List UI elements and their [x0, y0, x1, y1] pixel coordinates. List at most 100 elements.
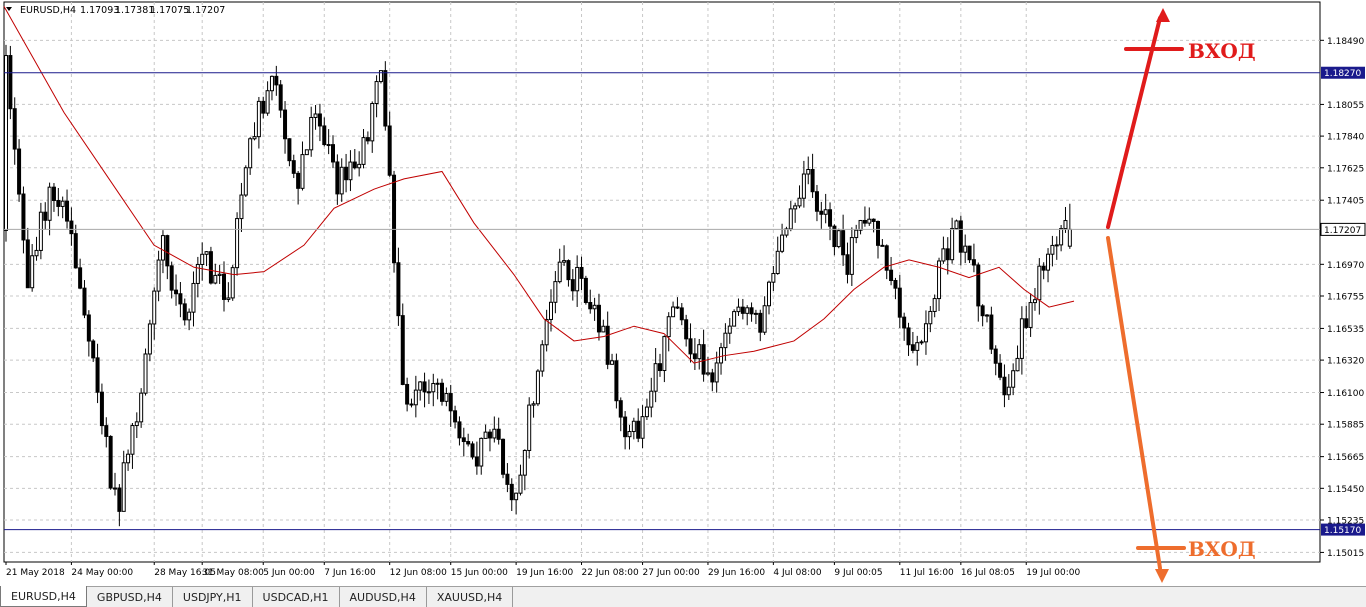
candle-bear: [980, 305, 985, 317]
entry-down-label: ВХОД: [1188, 537, 1256, 561]
candle-bull: [243, 167, 248, 196]
current-price-label: 1.17207: [1324, 226, 1361, 236]
candle-bear: [993, 348, 998, 364]
candle-bear: [261, 100, 266, 114]
candle-bear: [352, 161, 357, 169]
candle-bull: [727, 325, 732, 334]
candle-bear: [82, 287, 87, 316]
candle-bull: [1011, 370, 1016, 388]
candle-bull: [653, 363, 658, 392]
tab-eurusd-h4[interactable]: EURUSD,H4: [0, 586, 87, 607]
candle-bull: [361, 137, 366, 165]
candle-bull: [941, 248, 946, 262]
candle-bear: [440, 382, 444, 402]
candle-bull: [753, 312, 758, 315]
candle-bear: [945, 248, 950, 261]
x-tick-label: 15 Jun 00:00: [451, 568, 508, 578]
candle-bull: [719, 347, 724, 364]
candle-bear: [222, 273, 226, 300]
candle-bear: [740, 306, 745, 314]
candle-bear: [335, 161, 340, 195]
candle-bull: [370, 103, 375, 142]
tab-gbpusd-h4[interactable]: GBPUSD,H4: [87, 587, 173, 607]
candle-bull: [235, 218, 240, 269]
candle-bull: [413, 389, 418, 406]
candle-bull: [575, 266, 580, 292]
tab-usdjpy-h1[interactable]: USDJPY,H1: [173, 587, 253, 607]
y-tick-label: 1.17840: [1327, 133, 1364, 143]
candle-bull: [492, 428, 497, 439]
candle-bull: [435, 382, 440, 385]
candle-bear: [636, 420, 641, 439]
candle-bull: [239, 194, 244, 220]
candle-bull: [226, 297, 231, 300]
candle-bull: [134, 421, 139, 427]
candle-bear: [169, 265, 174, 291]
x-tick-label: 19 Jul 00:00: [1026, 568, 1080, 578]
x-tick-label: 27 Jun 00:00: [643, 568, 700, 578]
candle-bull: [954, 220, 959, 229]
candle-bear: [623, 416, 628, 438]
candle-bull: [640, 416, 645, 439]
candle-bull: [313, 113, 318, 118]
candle-bull: [1063, 220, 1068, 230]
candle-bull: [723, 332, 728, 349]
candle-bear: [710, 372, 715, 383]
candle-bull: [1046, 253, 1051, 271]
header-close: 1.17207: [186, 5, 225, 16]
candle-bear: [43, 211, 48, 221]
level-price-label: 1.15170: [1324, 526, 1361, 536]
candle-bull: [1059, 228, 1064, 246]
candle-bull: [1032, 299, 1037, 304]
candle-bear: [588, 301, 593, 310]
y-tick-label: 1.16970: [1327, 261, 1364, 271]
candle-bear: [1041, 265, 1046, 271]
candle-bear: [862, 219, 867, 224]
candle-bear: [810, 168, 815, 193]
candle-bear: [897, 287, 902, 318]
candle-bear: [287, 138, 292, 162]
candle-bear: [392, 174, 397, 264]
candle-bull: [1028, 302, 1033, 328]
tab-audusd-h4[interactable]: AUDUSD,H4: [340, 587, 427, 607]
candle-bull: [1050, 244, 1055, 255]
candle-bull: [923, 323, 928, 343]
candle-bear: [749, 307, 754, 315]
candle-bear: [509, 483, 514, 501]
candle-bull: [854, 229, 859, 239]
candle-bear: [501, 438, 506, 475]
candle-bear: [317, 113, 322, 127]
plot-frame: [3, 1, 1321, 563]
price-chart[interactable]: 1.18490 1.18055 1.17840 1.17625 1.17405 1.169…: [0, 0, 1366, 587]
candle-bear: [422, 381, 427, 393]
candle-bull: [514, 492, 519, 501]
candle-bull: [143, 353, 148, 394]
candle-bear: [56, 199, 61, 207]
candle-bear: [692, 353, 697, 360]
candle-bull: [269, 75, 274, 92]
candle-bull: [610, 360, 615, 365]
candle-bull: [915, 342, 920, 351]
candle-bear: [758, 312, 763, 333]
candle-bear: [845, 254, 850, 275]
y-tick-label: 1.18490: [1327, 37, 1364, 47]
candle-bull: [540, 344, 545, 372]
candle-bull: [762, 305, 767, 333]
x-tick-label: 24 May 00:00: [71, 568, 133, 578]
tab-usdcad-h1[interactable]: USDCAD,H1: [253, 587, 340, 607]
candle-bull: [200, 253, 205, 265]
candle-bear: [104, 425, 109, 437]
candle-bear: [684, 319, 689, 340]
candle-bull: [113, 487, 117, 490]
candle-bear: [99, 391, 104, 427]
candle-bear: [86, 314, 91, 342]
candle-bear: [12, 108, 17, 150]
candle-bear: [208, 251, 213, 284]
candle-bear: [448, 393, 453, 412]
candle-bull: [867, 218, 872, 224]
candle-bear: [283, 109, 288, 140]
candle-bull: [152, 290, 157, 325]
x-tick-label: 12 Jun 08:00: [390, 568, 447, 578]
candle-bull: [483, 431, 488, 439]
tab-xauusd-h4[interactable]: XAUUSD,H4: [427, 587, 514, 607]
